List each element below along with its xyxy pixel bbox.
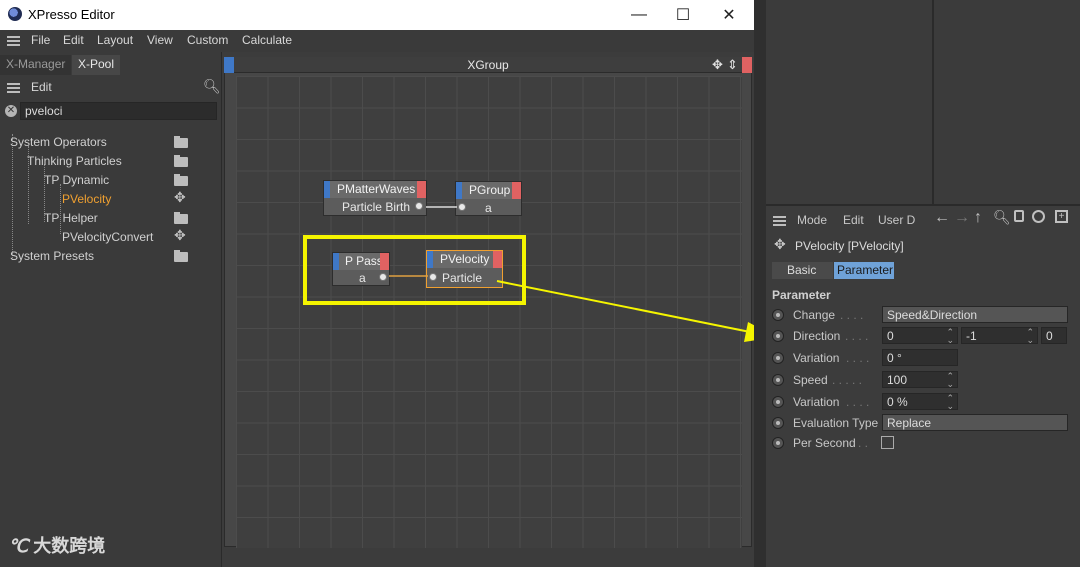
search-icon[interactable]: 🔍︎ bbox=[993, 209, 1011, 226]
animate-radio-icon[interactable] bbox=[772, 330, 784, 342]
panel-divider bbox=[932, 0, 934, 206]
watermark-logo: ℃ 大数跨境 bbox=[8, 532, 105, 558]
speed-value: 100 bbox=[887, 373, 908, 387]
watermark-logo-mark: ℃ bbox=[8, 536, 29, 556]
param-label-per-second: Per Second bbox=[793, 436, 856, 450]
param-dots: . . . . . bbox=[832, 373, 863, 387]
watermark-text: 大数跨境 bbox=[33, 536, 106, 556]
panel-splitter[interactable] bbox=[754, 0, 766, 567]
animate-radio-icon[interactable] bbox=[772, 437, 784, 449]
variation-angle-field[interactable]: 0 ° bbox=[882, 349, 958, 366]
direction-x-value: 0 bbox=[887, 329, 894, 343]
param-dots: . . . . bbox=[846, 351, 870, 365]
param-label-speed: Speed bbox=[793, 373, 828, 387]
evaluation-type-dropdown[interactable]: Replace bbox=[882, 414, 1068, 431]
speed-field[interactable]: 100 ⌃ ⌄ bbox=[882, 371, 958, 389]
variation-percent-value: 0 % bbox=[887, 395, 908, 409]
object-title: PVelocity [PVelocity] bbox=[795, 239, 904, 253]
direction-y-value: -1 bbox=[966, 329, 977, 343]
param-label-variation: Variation bbox=[793, 395, 840, 409]
variation-percent-field[interactable]: 0 % ⌃ ⌄ bbox=[882, 393, 958, 411]
spinner-icon[interactable]: ⌃ ⌄ bbox=[946, 394, 954, 411]
direction-x-field[interactable]: 0 ⌃ ⌄ bbox=[882, 327, 958, 345]
spinner-icon[interactable]: ⌃ ⌄ bbox=[946, 328, 954, 345]
up-arrow-icon[interactable]: ↑ bbox=[974, 209, 982, 227]
spinner-icon[interactable]: ⌃ ⌄ bbox=[1026, 328, 1034, 345]
back-arrow-icon[interactable]: ← bbox=[934, 209, 950, 227]
lock-icon[interactable] bbox=[1014, 210, 1024, 222]
direction-z-field[interactable]: 0 bbox=[1041, 327, 1067, 344]
attr-menu-mode[interactable]: Mode bbox=[797, 213, 827, 227]
spinner-icon[interactable]: ⌃ ⌄ bbox=[946, 372, 954, 389]
highlight-box-nodes bbox=[303, 235, 526, 305]
param-dots: . . . . bbox=[845, 329, 869, 343]
variation-angle-value: 0 ° bbox=[887, 351, 902, 365]
right-top-panel bbox=[766, 0, 1080, 206]
animate-radio-icon[interactable] bbox=[772, 396, 784, 408]
animate-radio-icon[interactable] bbox=[772, 309, 784, 321]
attr-menu-edit[interactable]: Edit bbox=[843, 213, 864, 227]
section-title: Parameter bbox=[772, 288, 831, 302]
param-label-direction: Direction bbox=[793, 329, 841, 343]
per-second-checkbox[interactable] bbox=[881, 436, 894, 449]
param-dots: . . bbox=[858, 436, 869, 450]
xpresso-node-icon: ✥ bbox=[774, 236, 786, 252]
new-panel-icon[interactable]: + bbox=[1055, 210, 1068, 223]
param-label-variation: Variation bbox=[793, 351, 840, 365]
animate-radio-icon[interactable] bbox=[772, 374, 784, 386]
direction-y-field[interactable]: -1 ⌃ ⌄ bbox=[961, 327, 1038, 345]
attr-menu-userdata[interactable]: User D bbox=[878, 213, 915, 227]
param-dots: . . . . bbox=[846, 395, 870, 409]
param-label-change: Change bbox=[793, 308, 836, 322]
attribute-manager: Mode Edit User D ← → ↑ 🔍︎ + ✥ PVelocity … bbox=[766, 206, 1080, 567]
tab-basic[interactable]: Basic bbox=[772, 262, 833, 279]
attr-menu-icon[interactable] bbox=[773, 216, 786, 226]
animate-radio-icon[interactable] bbox=[772, 352, 784, 364]
direction-z-value: 0 bbox=[1046, 329, 1053, 343]
tab-parameter[interactable]: Parameter bbox=[834, 262, 894, 279]
param-dots: . . . . bbox=[840, 308, 864, 322]
target-icon[interactable] bbox=[1032, 210, 1045, 223]
change-dropdown[interactable]: Speed&Direction bbox=[882, 306, 1068, 323]
forward-arrow-icon[interactable]: → bbox=[954, 209, 970, 227]
animate-radio-icon[interactable] bbox=[772, 417, 784, 429]
arrow-line bbox=[496, 280, 761, 335]
param-label-evaluation-type: Evaluation Type bbox=[793, 416, 879, 430]
